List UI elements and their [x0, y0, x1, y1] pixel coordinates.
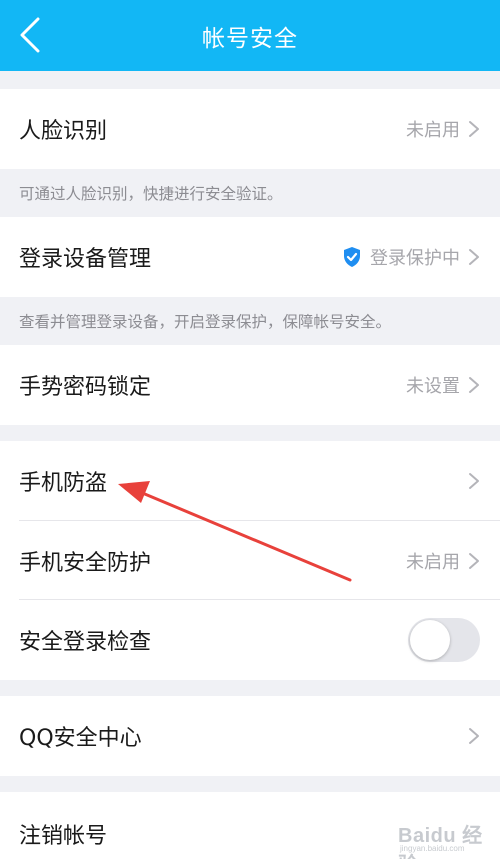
face-recognition-hint: 可通过人脸识别，快捷进行安全验证。: [0, 169, 500, 217]
face-recognition-row[interactable]: 人脸识别 未启用: [0, 89, 500, 169]
phone-protection-label: 手机安全防护: [19, 551, 152, 576]
chevron-right-icon: [469, 553, 479, 569]
anti-theft-row[interactable]: 手机防盗: [0, 441, 500, 521]
chevron-left-icon: [20, 17, 40, 53]
device-management-row[interactable]: 登录设备管理 登录保护中: [0, 217, 500, 297]
section-gap: [0, 680, 500, 696]
page-title: 帐号安全: [202, 25, 298, 52]
login-check-row: 安全登录检查: [0, 600, 500, 680]
nav-header: 帐号安全: [0, 0, 500, 71]
top-spacer: [0, 71, 500, 89]
phone-protection-row[interactable]: 手机安全防护 未启用: [0, 521, 500, 601]
device-management-status: 登录保护中: [370, 248, 460, 269]
section-gap: [0, 425, 500, 441]
gesture-lock-status: 未设置: [406, 376, 460, 397]
baidu-watermark: Baidu 经验 jingyan.baidu.com: [394, 817, 490, 859]
device-management-hint: 查看并管理登录设备，开启登录保护，保障帐号安全。: [0, 297, 500, 345]
section-gap: [0, 776, 500, 792]
toggle-knob: [410, 620, 450, 660]
qq-security-center-label: QQ安全中心: [19, 726, 142, 751]
chevron-right-icon: [469, 473, 479, 489]
chevron-right-icon: [469, 249, 479, 265]
device-management-label: 登录设备管理: [19, 247, 152, 272]
watermark-text: Baidu 经验: [398, 825, 483, 859]
face-recognition-status: 未启用: [406, 120, 460, 141]
qq-security-center-row[interactable]: QQ安全中心: [0, 696, 500, 776]
gesture-lock-row[interactable]: 手势密码锁定 未设置: [0, 345, 500, 425]
chevron-right-icon: [469, 728, 479, 744]
cancel-account-label: 注销帐号: [19, 824, 108, 849]
watermark-sub: jingyan.baidu.com: [400, 844, 465, 853]
chevron-right-icon: [469, 377, 479, 393]
phone-protection-status: 未启用: [406, 552, 460, 573]
login-check-toggle[interactable]: [408, 618, 480, 662]
chevron-right-icon: [469, 121, 479, 137]
gesture-lock-label: 手势密码锁定: [19, 375, 152, 400]
back-button[interactable]: [10, 12, 50, 58]
shield-check-icon: [344, 247, 360, 267]
login-check-label: 安全登录检查: [19, 630, 152, 655]
anti-theft-label: 手机防盗: [19, 471, 108, 496]
face-recognition-label: 人脸识别: [19, 119, 108, 144]
